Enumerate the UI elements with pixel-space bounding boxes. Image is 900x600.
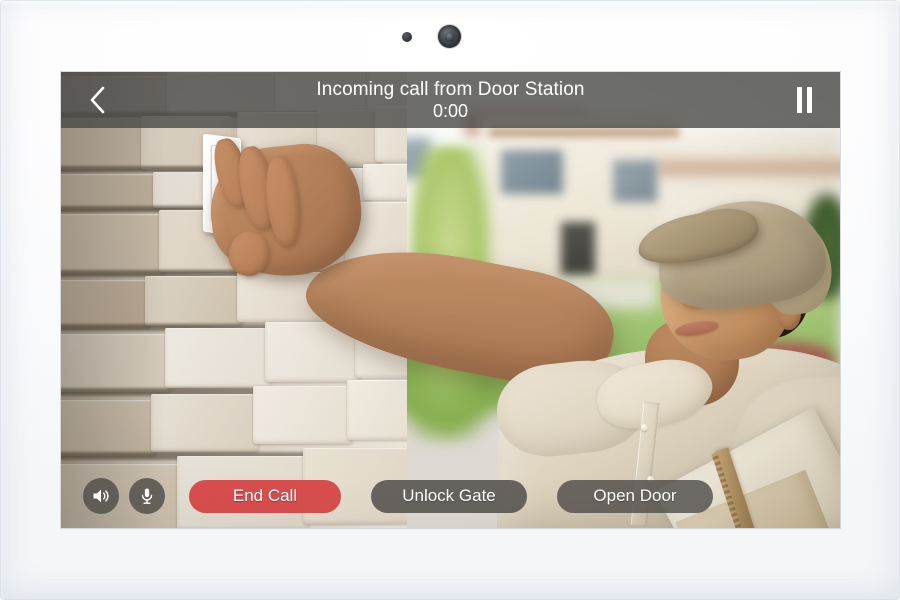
pause-icon: [796, 87, 802, 113]
device-top-bezel: [0, 0, 900, 72]
pause-icon-bar-2: [806, 87, 812, 113]
background-roof-secondary: [657, 158, 840, 176]
call-title: Incoming call from Door Station: [316, 79, 585, 101]
speaker-icon: [93, 489, 109, 503]
microphone-icon: [141, 488, 153, 504]
unlock-gate-button[interactable]: Unlock Gate: [371, 479, 527, 513]
call-controls-bar: End Call Unlock Gate Open Door: [61, 478, 840, 514]
pause-button[interactable]: [784, 80, 824, 120]
camera-lens-icon: [438, 25, 461, 48]
call-timer: 0:00: [432, 100, 469, 121]
call-header-bar: Incoming call from Door Station 0:00: [61, 72, 840, 128]
live-video-feed[interactable]: [61, 72, 840, 528]
open-door-button[interactable]: Open Door: [557, 479, 713, 513]
end-call-button[interactable]: End Call: [189, 479, 341, 513]
call-info: Incoming call from Door Station 0:00: [117, 79, 784, 120]
device-screen: Incoming call from Door Station 0:00 End…: [61, 72, 840, 528]
chevron-left-icon: [90, 86, 105, 114]
background-window-right: [613, 160, 657, 202]
background-beam: [489, 128, 679, 137]
microphone-button[interactable]: [129, 478, 165, 514]
speaker-button[interactable]: [83, 478, 119, 514]
background-window-center: [501, 150, 563, 194]
intercom-device: Incoming call from Door Station 0:00 End…: [0, 0, 900, 600]
background-doorway: [561, 222, 595, 280]
proximity-sensor-dot: [402, 32, 412, 42]
back-button[interactable]: [77, 80, 117, 120]
